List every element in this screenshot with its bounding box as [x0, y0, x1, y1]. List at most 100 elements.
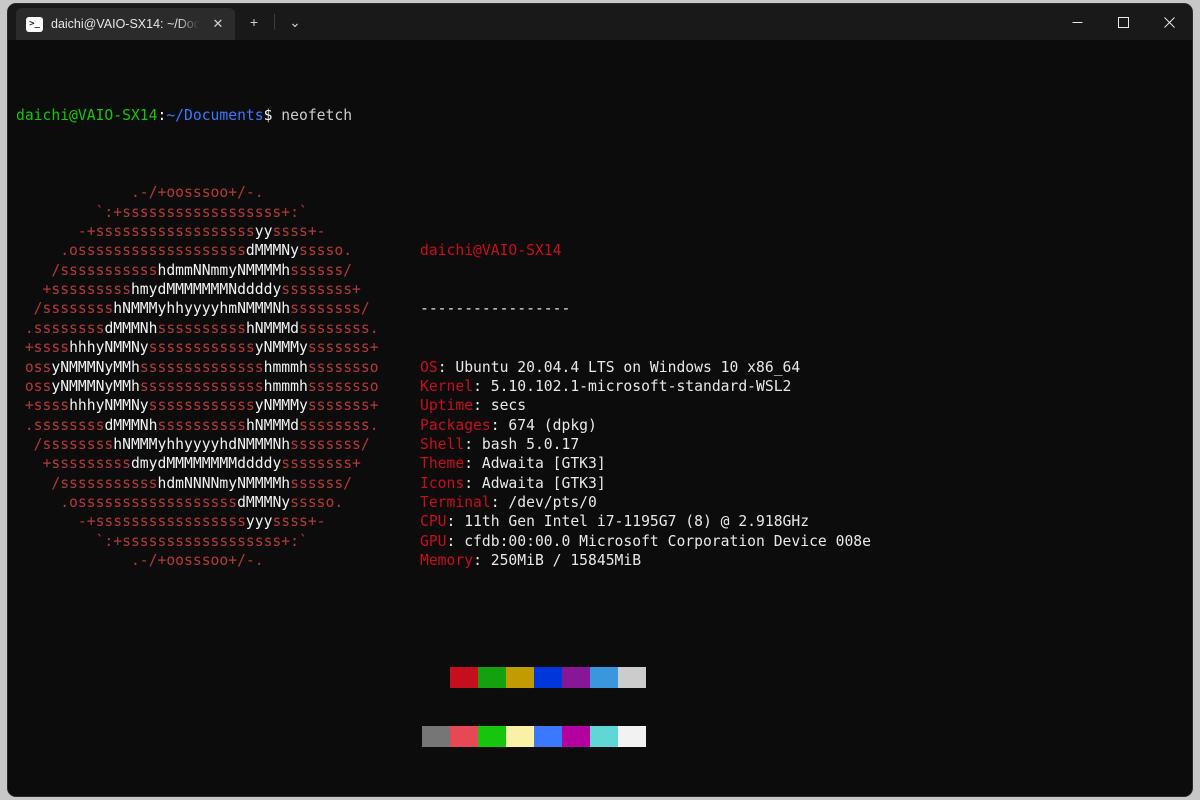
neofetch-info-value: : 11th Gen Intel i7-1195G7 (8) @ 2.918GH…: [446, 513, 810, 531]
palette-swatch: [534, 726, 562, 748]
ascii-art-line: +sssshhhyNMMNyssssssssssssyNMMMysssssss+: [16, 397, 379, 415]
ascii-art-line: /ssssssssssshdmNNNNmyNMMMMhssssss/: [16, 474, 353, 492]
command-neofetch: neofetch: [281, 107, 353, 125]
palette-swatch: [506, 726, 534, 748]
minimize-button[interactable]: [1054, 4, 1100, 40]
ascii-art-line: .ossssssssssssssssssdMMMNysssso.: [16, 493, 344, 511]
neofetch-info-label: Terminal: [420, 493, 491, 511]
palette-swatch: [590, 666, 618, 688]
neofetch-underline: -----------------: [420, 300, 571, 318]
close-tab-icon[interactable]: ✕: [207, 13, 229, 35]
ascii-art-line: -+ssssssssssssssssssyyssss+-: [16, 223, 326, 241]
palette-swatch: [562, 726, 590, 748]
ascii-art-line: .ssssssssdMMMNhsssssssssshNMMMdssssssss.: [16, 319, 379, 337]
neofetch-info-value: : Ubuntu 20.04.4 LTS on Windows 10 x86_6…: [437, 358, 801, 376]
neofetch-info-row: Terminal: /dev/pts/0: [420, 493, 1192, 512]
ascii-art-line: .osssssssssssssssssssdMMMNysssso.: [16, 242, 353, 260]
neofetch-info-label: Uptime: [420, 397, 474, 415]
neofetch-info-label: Kernel: [420, 377, 474, 395]
toolbar-divider: [274, 14, 275, 30]
neofetch-info-row: Shell: bash 5.0.17: [420, 435, 1192, 454]
ascii-art-line: .-/+oosssoo+/-.: [16, 551, 264, 569]
palette-row-normal: [422, 666, 1192, 688]
palette-swatch: [590, 726, 618, 748]
ascii-art-line: ossyNMMMNyMMhsssssssssssssshmmmhssssssso: [16, 358, 379, 376]
tab-actions: + ⌄: [235, 4, 310, 40]
neofetch-info-label: Memory: [420, 551, 474, 569]
window-controls: [1054, 4, 1192, 40]
prompt-dollar: $: [263, 107, 273, 125]
maximize-button[interactable]: [1100, 4, 1146, 40]
neofetch-info-row: OS: Ubuntu 20.04.4 LTS on Windows 10 x86…: [420, 358, 1192, 377]
palette-swatch: [506, 666, 534, 688]
chevron-down-icon[interactable]: ⌄: [280, 7, 310, 37]
palette-swatch: [562, 666, 590, 688]
title-bar: >_ daichi@VAIO-SX14: ~/Docume ✕ + ⌄: [8, 4, 1192, 40]
neofetch-info-label: GPU: [420, 532, 447, 550]
prompt-line-neofetch: daichi@VAIO-SX14:~/Documents$ neofetch: [16, 106, 1192, 125]
neofetch-output: .-/+oosssoo+/-. `:+ssssssssssssssssss+:`…: [16, 183, 1192, 796]
neofetch-info-label: Packages: [420, 416, 491, 434]
neofetch-info-value: : 5.10.102.1-microsoft-standard-WSL2: [473, 377, 792, 395]
neofetch-info-value: : 674 (dpkg): [490, 416, 597, 434]
ascii-art-line: /ssssssssssshdmmNNmmyNMMMMhssssss/: [16, 261, 353, 279]
neofetch-info-row: Memory: 250MiB / 15845MiB: [420, 551, 1192, 570]
ascii-art-line: ossyNMMMNyMMhsssssssssssssshmmmhssssssso: [16, 377, 379, 395]
neofetch-info-label: Shell: [420, 435, 465, 453]
terminal-content[interactable]: daichi@VAIO-SX14:~/Documents$ neofetch .…: [8, 40, 1192, 796]
close-button[interactable]: [1146, 4, 1192, 40]
neofetch-info-label: Icons: [420, 474, 465, 492]
neofetch-info-label: Theme: [420, 455, 465, 473]
terminal-window: >_ daichi@VAIO-SX14: ~/Docume ✕ + ⌄ daic…: [8, 4, 1192, 796]
neofetch-info-row: Kernel: 5.10.102.1-microsoft-standard-WS…: [420, 377, 1192, 396]
neofetch-info-row: CPU: 11th Gen Intel i7-1195G7 (8) @ 2.91…: [420, 512, 1192, 531]
ascii-art-line: `:+ssssssssssssssssss+:`: [16, 203, 308, 221]
palette-swatch: [450, 666, 478, 688]
tab-title: daichi@VAIO-SX14: ~/Docume: [51, 17, 199, 31]
palette-swatch: [422, 666, 450, 688]
ascii-art-line: +sssshhhyNMMNyssssssssssssyNMMMysssssss+: [16, 339, 379, 357]
ascii-art-line: +ssssssssshmydMMMMMMMNddddyssssssss+: [16, 281, 361, 299]
prompt-path: ~/Documents: [166, 107, 264, 125]
ascii-art-line: `:+ssssssssssssssssss+:`: [16, 532, 308, 550]
neofetch-info-value: : 250MiB / 15845MiB: [473, 551, 642, 569]
palette-swatch: [478, 666, 506, 688]
neofetch-host-title: daichi@VAIO-SX14: [420, 242, 562, 260]
palette-swatch: [534, 666, 562, 688]
prompt-colon: :: [157, 107, 167, 125]
neofetch-info-value: : Adwaita [GTK3]: [464, 474, 606, 492]
new-tab-button[interactable]: +: [239, 7, 269, 37]
ascii-art-line: /sssssssshNMMMyhhyyyyhdNMMMNhssssssss/: [16, 435, 370, 453]
palette-swatch: [618, 666, 646, 688]
neofetch-info-value: : cfdb:00:00.0 Microsoft Corporation Dev…: [446, 532, 871, 550]
ascii-art-logo: .-/+oosssoo+/-. `:+ssssssssssssssssss+:`…: [16, 183, 420, 796]
neofetch-info-label: CPU: [420, 513, 447, 531]
terminal-prompt-icon: >_: [26, 16, 43, 32]
neofetch-info-value: : Adwaita [GTK3]: [464, 455, 606, 473]
neofetch-info-block: daichi@VAIO-SX14 ----------------- OS: U…: [420, 183, 1192, 796]
neofetch-info-row: GPU: cfdb:00:00.0 Microsoft Corporation …: [420, 532, 1192, 551]
neofetch-info-row: Theme: Adwaita [GTK3]: [420, 454, 1192, 473]
ascii-art-line: .-/+oosssoo+/-.: [16, 184, 264, 202]
ascii-art-line: .ssssssssdMMMNhsssssssssshNMMMdssssssss.: [16, 416, 379, 434]
palette-swatch: [422, 726, 450, 748]
neofetch-info-row: Uptime: secs: [420, 396, 1192, 415]
neofetch-info-row: Icons: Adwaita [GTK3]: [420, 474, 1192, 493]
neofetch-info-rows: OS: Ubuntu 20.04.4 LTS on Windows 10 x86…: [420, 358, 1192, 571]
palette-swatch: [478, 726, 506, 748]
tab-strip: >_ daichi@VAIO-SX14: ~/Docume ✕ + ⌄: [8, 4, 310, 40]
neofetch-info-row: Packages: 674 (dpkg): [420, 416, 1192, 435]
palette-swatch: [618, 726, 646, 748]
neofetch-info-value: : secs: [473, 397, 527, 415]
neofetch-info-label: OS: [420, 358, 438, 376]
neofetch-info-value: : bash 5.0.17: [464, 435, 580, 453]
tab-item-active[interactable]: >_ daichi@VAIO-SX14: ~/Docume ✕: [16, 8, 235, 40]
palette-row-bright: [422, 726, 1192, 748]
neofetch-info-value: : /dev/pts/0: [490, 493, 597, 511]
prompt-user-host: daichi@VAIO-SX14: [16, 107, 158, 125]
palette-swatch: [450, 726, 478, 748]
color-palette: [422, 628, 1192, 786]
ascii-art-line: /sssssssshNMMMyhhyyyyhmNMMMNhssssssss/: [16, 300, 370, 318]
ascii-art-line: -+sssssssssssssssssyyyssss+-: [16, 513, 326, 531]
ascii-art-line: +sssssssssdmydMMMMMMMMddddyssssssss+: [16, 455, 361, 473]
